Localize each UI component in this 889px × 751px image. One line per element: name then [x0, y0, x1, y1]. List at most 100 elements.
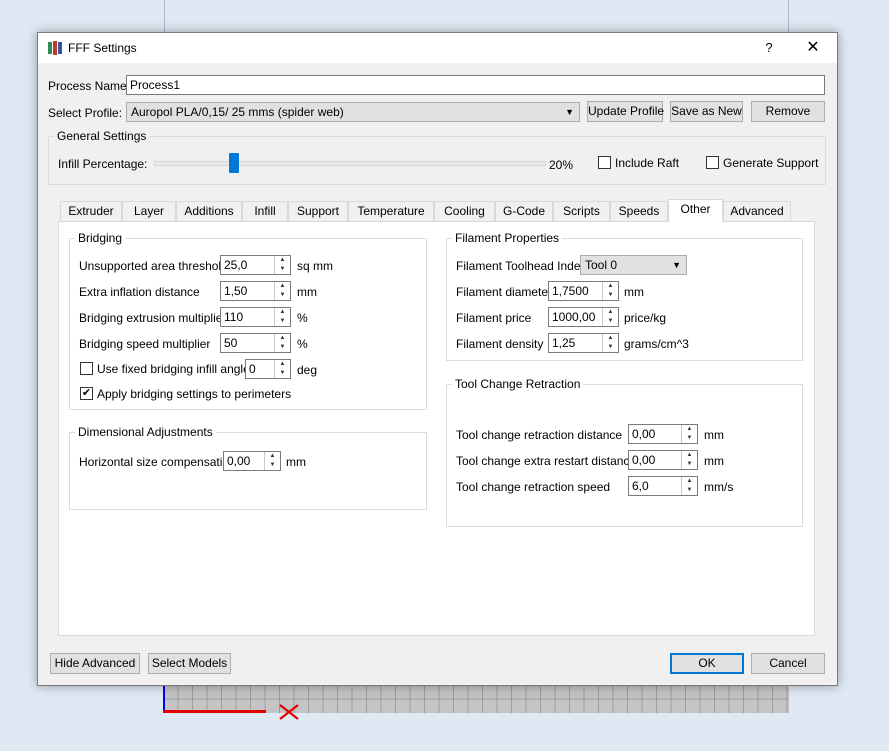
extrusion-multiplier-unit: % — [297, 311, 308, 325]
spin-down-icon[interactable]: ▼ — [603, 317, 618, 326]
include-raft-label: Include Raft — [615, 156, 680, 170]
extra-restart-spinbox[interactable]: 0,00 ▲ ▼ — [628, 450, 698, 470]
toolhead-index-dropdown[interactable]: Tool 0 ▼ — [580, 255, 687, 275]
chevron-down-icon: ▼ — [672, 260, 681, 270]
spin-buttons: ▲ ▼ — [681, 425, 697, 443]
spin-down-icon[interactable]: ▼ — [265, 461, 280, 470]
tab-extruder[interactable]: Extruder — [60, 201, 122, 221]
spin-up-icon[interactable]: ▲ — [275, 308, 290, 317]
spin-down-icon[interactable]: ▼ — [603, 343, 618, 352]
spin-down-icon[interactable]: ▼ — [275, 369, 290, 378]
tab-infill[interactable]: Infill — [242, 201, 288, 221]
spin-down-icon[interactable]: ▼ — [275, 291, 290, 300]
spin-buttons: ▲ ▼ — [602, 282, 618, 300]
spin-up-icon[interactable]: ▲ — [603, 282, 618, 291]
spin-down-icon[interactable]: ▼ — [682, 434, 697, 443]
horizontal-comp-value: 0,00 — [227, 454, 251, 468]
filament-density-unit: grams/cm^3 — [624, 337, 689, 351]
spin-up-icon[interactable]: ▲ — [265, 452, 280, 461]
tab-support[interactable]: Support — [288, 201, 348, 221]
include-raft-checkbox[interactable] — [598, 156, 611, 169]
unsupported-area-spinbox[interactable]: 25,0 ▲ ▼ — [220, 255, 291, 275]
apply-perimeters-checkbox[interactable]: ✔ — [80, 387, 93, 400]
filament-density-spinbox[interactable]: 1,25 ▲ ▼ — [548, 333, 619, 353]
fixed-angle-checkbox[interactable] — [80, 362, 93, 375]
extrusion-multiplier-label: Bridging extrusion multiplier — [79, 311, 227, 325]
spin-down-icon[interactable]: ▼ — [603, 291, 618, 300]
spin-up-icon[interactable]: ▲ — [275, 334, 290, 343]
hide-advanced-button[interactable]: Hide Advanced — [50, 653, 140, 674]
retraction-speed-label: Tool change retraction speed — [456, 480, 611, 494]
extra-inflation-unit: mm — [297, 285, 317, 299]
infill-percentage-value: 20% — [549, 158, 574, 172]
tab-additions[interactable]: Additions — [176, 201, 242, 221]
infill-slider-handle[interactable] — [229, 153, 239, 173]
ok-button[interactable]: OK — [670, 653, 744, 674]
remove-profile-button[interactable]: Remove — [751, 101, 825, 122]
spin-down-icon[interactable]: ▼ — [682, 486, 697, 495]
infill-percentage-label: Infill Percentage: — [58, 157, 148, 171]
spin-up-icon[interactable]: ▲ — [603, 334, 618, 343]
process-name-input[interactable]: Process1 — [126, 75, 825, 95]
filament-price-unit: price/kg — [624, 311, 667, 325]
save-as-new-button[interactable]: Save as New — [670, 101, 743, 122]
spin-down-icon[interactable]: ▼ — [275, 317, 290, 326]
generate-support-label: Generate Support — [723, 156, 819, 170]
spin-up-icon[interactable]: ▲ — [682, 477, 697, 486]
spin-buttons: ▲ ▼ — [274, 308, 290, 326]
y-axis-line — [163, 684, 165, 713]
retraction-speed-unit: mm/s — [704, 480, 734, 494]
unsupported-area-value: 25,0 — [224, 258, 248, 272]
process-name-label: Process Name: — [48, 79, 131, 93]
tab-other[interactable]: Other — [668, 199, 723, 222]
speed-multiplier-spinbox[interactable]: 50 ▲ ▼ — [220, 333, 291, 353]
update-profile-button[interactable]: Update Profile — [587, 101, 664, 122]
tab-temperature[interactable]: Temperature — [348, 201, 434, 221]
extra-inflation-label: Extra inflation distance — [79, 285, 200, 299]
spin-up-icon[interactable]: ▲ — [275, 256, 290, 265]
select-profile-dropdown[interactable]: Auropol PLA/0,15/ 25 mms (spider web) ▼ — [126, 102, 580, 122]
filament-density-value: 1,25 — [552, 336, 576, 350]
retraction-speed-value: 6,0 — [632, 479, 649, 493]
fixed-angle-unit: deg — [297, 363, 318, 377]
checkmark-icon: ✔ — [81, 387, 92, 399]
extra-inflation-spinbox[interactable]: 1,50 ▲ ▼ — [220, 281, 291, 301]
spin-buttons: ▲ ▼ — [602, 308, 618, 326]
tab-scripts[interactable]: Scripts — [553, 201, 610, 221]
toolhead-index-label: Filament Toolhead Index — [456, 259, 587, 273]
spin-up-icon[interactable]: ▲ — [682, 425, 697, 434]
spin-down-icon[interactable]: ▼ — [682, 460, 697, 469]
spin-up-icon[interactable]: ▲ — [275, 282, 290, 291]
retraction-speed-spinbox[interactable]: 6,0 ▲ ▼ — [628, 476, 698, 496]
select-models-button[interactable]: Select Models — [148, 653, 231, 674]
spin-up-icon[interactable]: ▲ — [275, 360, 290, 369]
extra-restart-unit: mm — [704, 454, 724, 468]
spin-up-icon[interactable]: ▲ — [603, 308, 618, 317]
x-axis-cross-icon — [279, 704, 299, 720]
generate-support-checkbox[interactable] — [706, 156, 719, 169]
tab-gcode[interactable]: G-Code — [495, 201, 553, 221]
extra-restart-label: Tool change extra restart distance — [456, 454, 637, 468]
filament-diameter-spinbox[interactable]: 1,7500 ▲ ▼ — [548, 281, 619, 301]
dimensional-adjustments-title: Dimensional Adjustments — [75, 425, 216, 439]
horizontal-comp-spinbox[interactable]: 0,00 ▲ ▼ — [223, 451, 281, 471]
fixed-angle-spinbox[interactable]: 0 ▲ ▼ — [245, 359, 291, 379]
extrusion-multiplier-value: 110 — [224, 310, 244, 324]
spin-up-icon[interactable]: ▲ — [682, 451, 697, 460]
tab-speeds[interactable]: Speeds — [610, 201, 668, 221]
select-profile-value: Auropol PLA/0,15/ 25 mms (spider web) — [131, 105, 344, 119]
help-button[interactable]: ? — [754, 33, 784, 63]
title-bar[interactable]: FFF Settings ? ✕ — [38, 33, 837, 63]
filament-price-spinbox[interactable]: 1000,00 ▲ ▼ — [548, 307, 619, 327]
spin-down-icon[interactable]: ▼ — [275, 265, 290, 274]
tab-layer[interactable]: Layer — [122, 201, 176, 221]
tool-change-retraction-title: Tool Change Retraction — [452, 377, 584, 391]
cancel-button[interactable]: Cancel — [751, 653, 825, 674]
close-button[interactable]: ✕ — [798, 33, 828, 63]
extrusion-multiplier-spinbox[interactable]: 110 ▲ ▼ — [220, 307, 291, 327]
retraction-distance-spinbox[interactable]: 0,00 ▲ ▼ — [628, 424, 698, 444]
tab-advanced[interactable]: Advanced — [723, 201, 791, 221]
spin-down-icon[interactable]: ▼ — [275, 343, 290, 352]
tab-cooling[interactable]: Cooling — [434, 201, 495, 221]
infill-slider-track[interactable] — [154, 161, 546, 166]
